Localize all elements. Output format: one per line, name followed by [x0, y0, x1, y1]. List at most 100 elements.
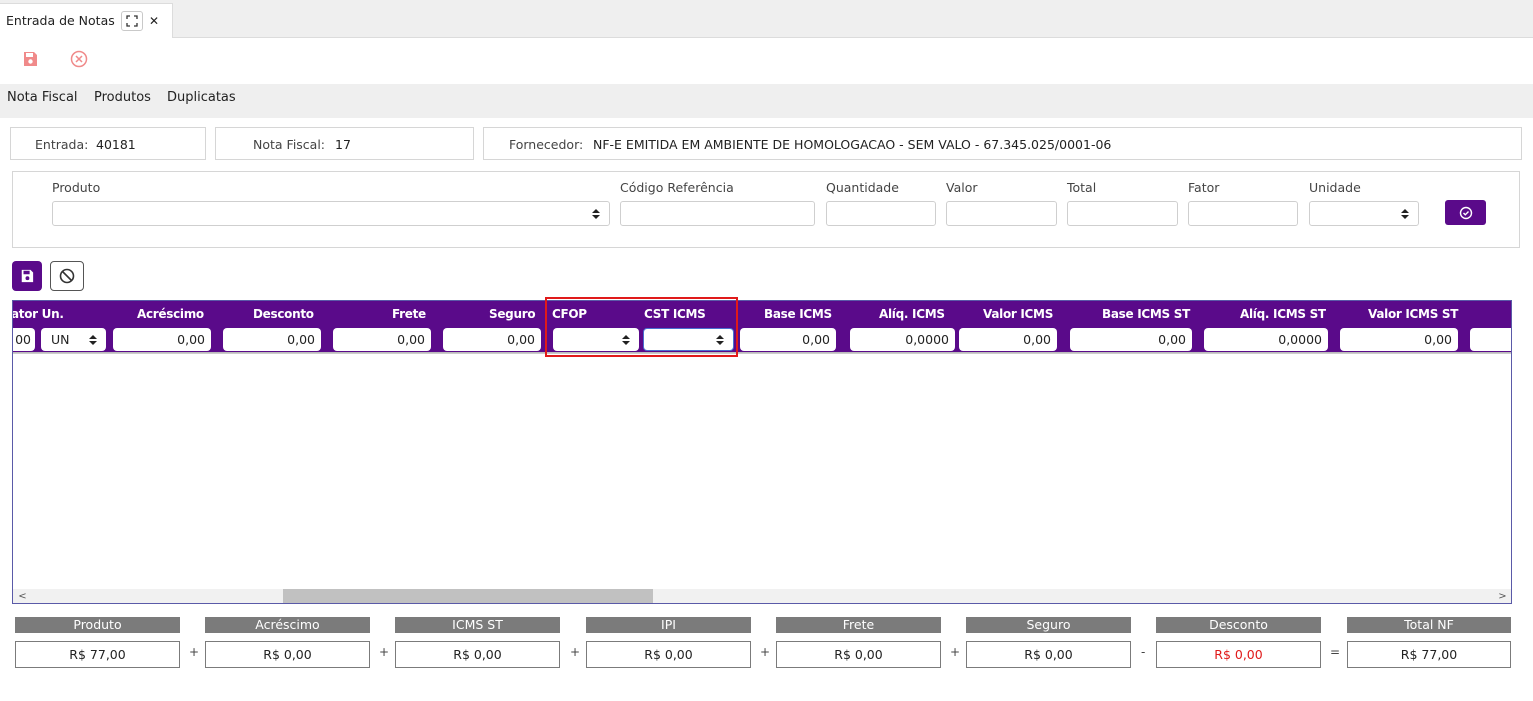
fator-cell[interactable]: 00 — [13, 328, 35, 351]
valor-label: Valor — [946, 180, 978, 195]
header-seguro[interactable]: Seguro — [489, 307, 536, 321]
unidade-select[interactable] — [1309, 201, 1419, 226]
plus-operator: + — [570, 645, 581, 659]
codigo-referencia-input[interactable] — [620, 201, 815, 226]
close-icon[interactable]: ✕ — [144, 11, 164, 31]
produto-label: Produto — [52, 180, 101, 195]
un-select[interactable]: UN — [41, 328, 106, 351]
plus-operator: + — [760, 645, 771, 659]
horizontal-scrollbar[interactable]: < > — [13, 589, 1511, 603]
fator-input[interactable] — [1188, 201, 1298, 226]
quantidade-input[interactable] — [826, 201, 936, 226]
minus-operator: - — [1141, 645, 1146, 659]
aliq-icms-st-cell[interactable]: 0,0000 — [1204, 328, 1328, 351]
save-icon — [21, 269, 34, 283]
plus-operator: + — [950, 645, 961, 659]
header-base-icms[interactable]: Base ICMS — [764, 307, 832, 321]
acrescimo-cell[interactable]: 0,00 — [113, 328, 211, 351]
frete-cell[interactable]: 0,00 — [333, 328, 431, 351]
total-icms-st-value: R$ 0,00 — [395, 641, 560, 668]
aliq-icms-cell[interactable]: 0,0000 — [850, 328, 955, 351]
plus-operator: + — [379, 645, 390, 659]
highlight-box — [545, 297, 738, 357]
total-seguro-label: Seguro — [966, 617, 1131, 633]
header-desconto[interactable]: Desconto — [253, 307, 314, 321]
table-row: 00 UN 0,00 0,00 0,00 0,00 0,00 0,0000 0,… — [13, 327, 1511, 353]
plus-operator: + — [189, 645, 200, 659]
maximize-icon[interactable] — [121, 11, 143, 31]
fornecedor-label: Fornecedor: — [509, 137, 584, 152]
total-acrescimo-value: R$ 0,00 — [205, 641, 370, 668]
header-aliq-icms[interactable]: Alíq. ICMS — [879, 307, 945, 321]
nota-fiscal-label: Nota Fiscal: — [253, 137, 326, 152]
codigo-referencia-label: Código Referência — [620, 180, 734, 195]
grid-cancel-button[interactable] — [50, 261, 84, 291]
total-ipi-label: IPI — [586, 617, 751, 633]
next-cell[interactable] — [1470, 328, 1511, 351]
valor-input[interactable] — [946, 201, 1057, 226]
menu-item-produtos[interactable]: Produtos — [94, 90, 151, 105]
scrollbar-thumb[interactable] — [283, 589, 653, 603]
quantidade-label: Quantidade — [826, 180, 899, 195]
scroll-left-icon[interactable]: < — [15, 589, 30, 603]
total-nf-label: Total NF — [1347, 617, 1511, 633]
total-seguro-value: R$ 0,00 — [966, 641, 1131, 668]
total-input[interactable] — [1067, 201, 1178, 226]
nota-fiscal-value: 17 — [335, 137, 351, 152]
tab-title: Entrada de Notas — [6, 13, 115, 28]
total-produto-value: R$ 77,00 — [15, 641, 180, 668]
seguro-cell[interactable]: 0,00 — [443, 328, 541, 351]
total-icms-st-label: ICMS ST — [395, 617, 560, 633]
unidade-label: Unidade — [1309, 180, 1361, 195]
total-frete-label: Frete — [776, 617, 941, 633]
header-fator-un[interactable]: ator Un. — [13, 307, 64, 321]
fator-label: Fator — [1188, 180, 1220, 195]
grid-save-button[interactable] — [12, 261, 42, 291]
produto-select[interactable] — [52, 201, 610, 226]
header-base-icms-st[interactable]: Base ICMS ST — [1102, 307, 1190, 321]
desconto-cell[interactable]: 0,00 — [223, 328, 321, 351]
valor-icms-cell[interactable]: 0,00 — [959, 328, 1057, 351]
tab-entrada-de-notas[interactable]: Entrada de Notas ✕ — [0, 3, 173, 38]
select-arrows-icon — [89, 335, 97, 345]
block-icon — [59, 268, 75, 284]
nota-fiscal-box: Nota Fiscal: 17 — [215, 127, 474, 160]
tab-bar: Entrada de Notas ✕ — [0, 0, 1533, 38]
header-valor-icms-st[interactable]: Valor ICMS ST — [1368, 307, 1458, 321]
confirm-button[interactable] — [1445, 200, 1486, 225]
menu-item-duplicatas[interactable]: Duplicatas — [167, 90, 236, 105]
total-nf-value: R$ 77,00 — [1347, 641, 1511, 668]
un-value: UN — [51, 332, 70, 347]
entrada-value: 40181 — [96, 137, 136, 152]
save-icon[interactable] — [20, 49, 40, 69]
fornecedor-value: NF-E EMITIDA EM AMBIENTE DE HOMOLOGACAO … — [593, 137, 1112, 152]
base-icms-st-cell[interactable]: 0,00 — [1070, 328, 1192, 351]
entrada-label: Entrada: — [35, 137, 89, 152]
total-acrescimo-label: Acréscimo — [205, 617, 370, 633]
total-label: Total — [1067, 180, 1097, 195]
total-desconto-value: R$ 0,00 — [1156, 641, 1321, 668]
grid-body — [13, 353, 1511, 589]
menu-bar: Nota Fiscal Produtos Duplicatas — [0, 84, 1533, 118]
header-acrescimo[interactable]: Acréscimo — [137, 307, 204, 321]
check-circle-icon — [1459, 206, 1472, 219]
equals-operator: = — [1330, 645, 1341, 659]
cancel-circle-icon[interactable] — [69, 49, 89, 69]
total-produto-label: Produto — [15, 617, 180, 633]
valor-icms-st-cell[interactable]: 0,00 — [1340, 328, 1458, 351]
total-frete-value: R$ 0,00 — [776, 641, 941, 668]
entrada-box: Entrada: 40181 — [10, 127, 206, 160]
select-arrows-icon — [592, 209, 600, 219]
header-frete[interactable]: Frete — [392, 307, 426, 321]
header-aliq-icms-st[interactable]: Alíq. ICMS ST — [1240, 307, 1326, 321]
fornecedor-box: Fornecedor: NF-E EMITIDA EM AMBIENTE DE … — [483, 127, 1522, 160]
total-desconto-label: Desconto — [1156, 617, 1321, 633]
scroll-right-icon[interactable]: > — [1495, 589, 1510, 603]
items-grid: ator Un. Acréscimo Desconto Frete Seguro… — [12, 300, 1512, 604]
total-ipi-value: R$ 0,00 — [586, 641, 751, 668]
select-arrows-icon — [1401, 209, 1409, 219]
grid-header: ator Un. Acréscimo Desconto Frete Seguro… — [13, 301, 1511, 327]
header-valor-icms[interactable]: Valor ICMS — [983, 307, 1053, 321]
base-icms-cell[interactable]: 0,00 — [740, 328, 836, 351]
menu-item-nota-fiscal[interactable]: Nota Fiscal — [7, 90, 78, 105]
